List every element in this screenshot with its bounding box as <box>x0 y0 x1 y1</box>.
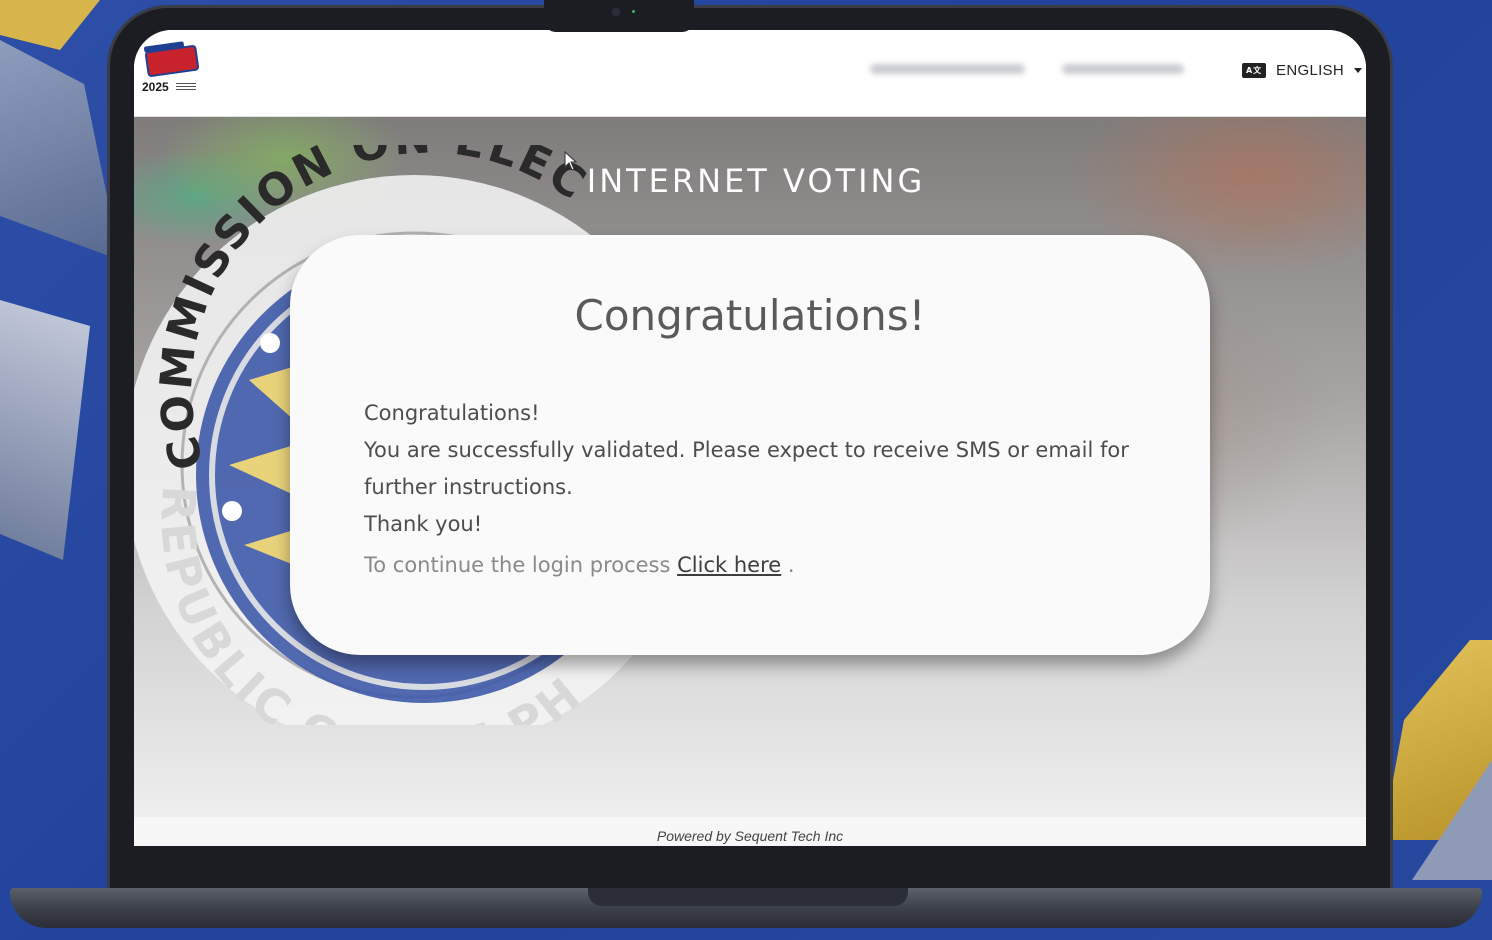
language-label: ENGLISH <box>1276 62 1344 79</box>
election-logo[interactable]: 2025 <box>142 41 200 98</box>
laptop-screen: 2025 A文 ENGLISH COMMISSION LEC REPUBLIC … <box>134 30 1366 846</box>
laptop-hinge <box>588 888 908 906</box>
logo-graphic <box>144 44 200 78</box>
decorative-shape <box>0 300 90 560</box>
message-line: Congratulations! <box>364 401 540 425</box>
camera-indicator <box>632 10 635 13</box>
camera-notch <box>544 0 694 32</box>
message-line: You are successfully validated. Please e… <box>364 438 1129 499</box>
chevron-down-icon <box>1354 68 1362 73</box>
dialog-title: Congratulations! <box>574 291 926 340</box>
logo-graphic <box>176 83 196 92</box>
success-dialog: Congratulations! Congratulations! You ar… <box>290 235 1210 655</box>
nav-link-blurred[interactable] <box>870 64 1025 74</box>
language-icon: A文 <box>1242 63 1267 78</box>
camera-icon <box>610 6 622 18</box>
mouse-cursor-icon <box>564 151 578 171</box>
continue-suffix: . <box>781 553 795 577</box>
continue-login-text: To continue the login process Click here… <box>364 553 795 577</box>
message-line: Thank you! <box>364 512 483 536</box>
click-here-link[interactable]: Click here <box>677 553 781 577</box>
dialog-message: Congratulations! You are successfully va… <box>364 395 1144 543</box>
desktop-background: 2025 A文 ENGLISH COMMISSION LEC REPUBLIC … <box>0 0 1492 940</box>
footer-credit: Powered by Sequent Tech Inc <box>656 828 844 844</box>
continue-prefix: To continue the login process <box>364 553 671 577</box>
logo-year: 2025 <box>142 80 169 94</box>
site-header: 2025 A文 ENGLISH <box>134 30 1366 117</box>
hero-section: COMMISSION ON ELEC REPUBLIC OF THE PH IN… <box>134 117 1366 817</box>
nav-link-blurred[interactable] <box>1062 64 1184 74</box>
page-title: INTERNET VOTING <box>586 162 926 200</box>
language-selector[interactable]: A文 ENGLISH <box>1242 62 1362 79</box>
decorative-shape <box>0 40 120 260</box>
decorative-shape <box>0 0 100 50</box>
